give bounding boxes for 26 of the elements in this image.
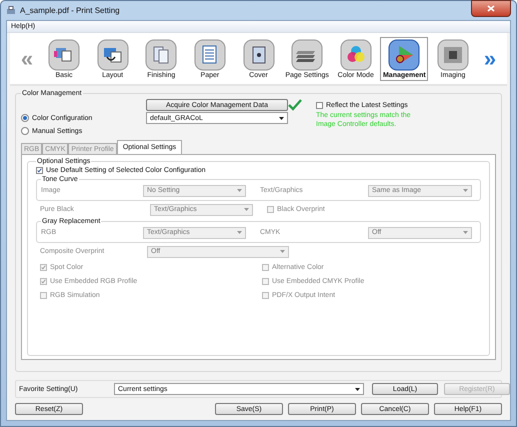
- category-icon: [96, 38, 129, 70]
- category-icon: [194, 38, 226, 70]
- close-button[interactable]: [471, 0, 511, 17]
- category-icon: [388, 38, 420, 70]
- caret-icon: [355, 388, 360, 390]
- caret-icon: [244, 208, 249, 211]
- caret-icon: [237, 231, 242, 234]
- printer-icon: [6, 6, 16, 16]
- close-icon: [487, 5, 495, 12]
- category-icon: [242, 38, 274, 70]
- category-icon: [291, 38, 324, 70]
- caret-icon: [237, 189, 242, 192]
- caret-icon: [280, 250, 285, 253]
- check-icon: [288, 99, 302, 111]
- category-icon: [48, 38, 80, 70]
- window-title: A_sample.pdf - Print Setting: [20, 6, 120, 15]
- scroll-right-button[interactable]: »: [477, 48, 503, 70]
- caret-icon: [463, 231, 468, 234]
- category-icon: [340, 38, 372, 70]
- caret-icon: [463, 189, 468, 192]
- checkbox[interactable]: [316, 102, 323, 108]
- radio-button[interactable]: [21, 127, 29, 135]
- caret-icon: [279, 116, 284, 120]
- radio-button[interactable]: [21, 114, 29, 122]
- category-icon: [437, 38, 469, 70]
- category-icon: [145, 38, 178, 70]
